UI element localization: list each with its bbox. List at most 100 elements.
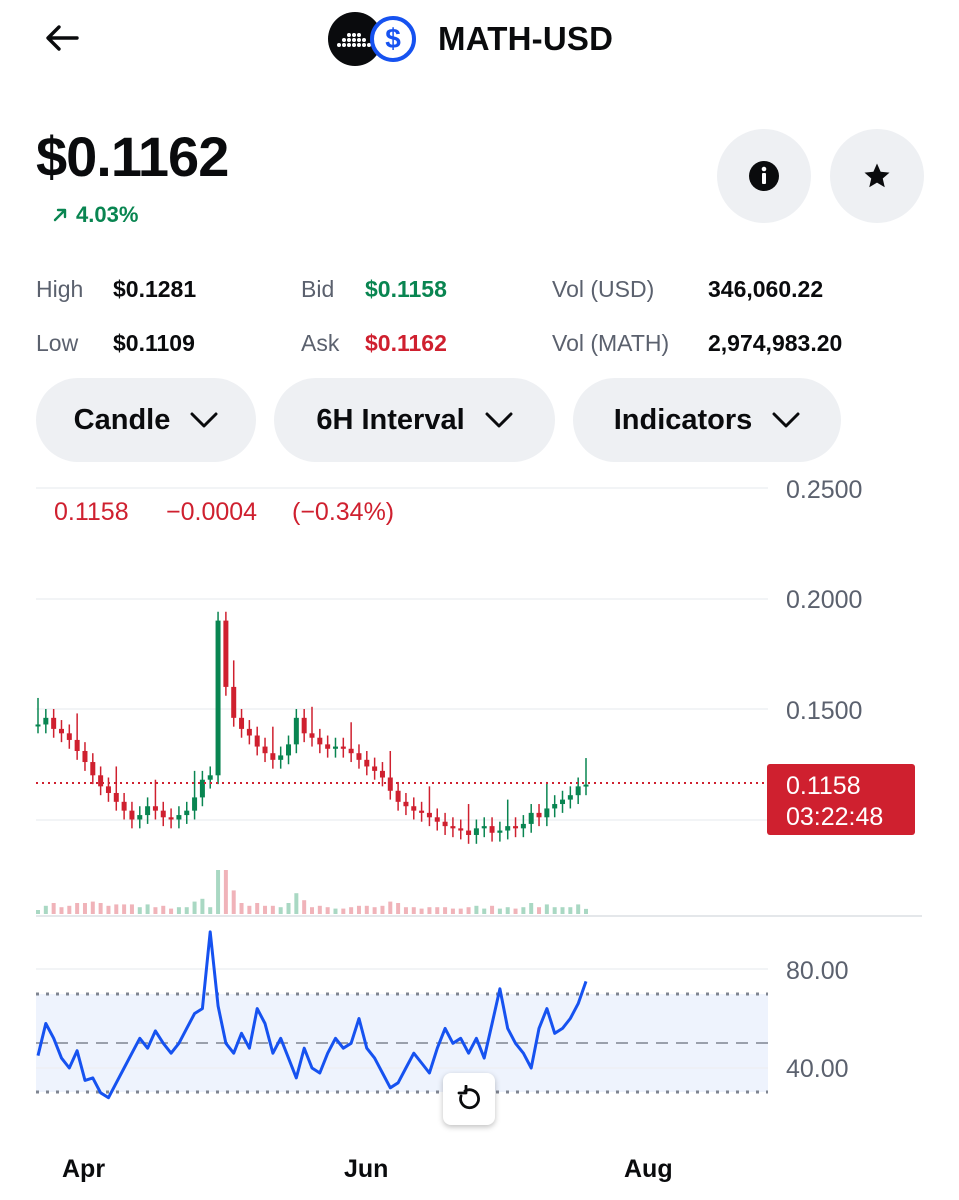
candle-body	[137, 815, 143, 820]
interval-dropdown[interactable]: 6H Interval	[274, 378, 555, 462]
candle-body	[145, 806, 151, 816]
candle-body	[176, 815, 182, 820]
candle-body	[387, 777, 393, 791]
candle-body	[325, 744, 331, 749]
high-label: High	[36, 276, 84, 302]
volume-bar	[380, 905, 385, 914]
volume-bar	[450, 908, 455, 914]
volume-bar	[396, 903, 401, 914]
volume-bar	[310, 907, 314, 914]
candle-body	[489, 826, 495, 833]
volume-bar	[51, 903, 56, 914]
rotate-reset-icon	[457, 1085, 480, 1110]
candle-body	[442, 821, 448, 827]
top-bar: $ MATH-USD	[0, 0, 959, 80]
volume-bar	[122, 904, 127, 914]
ask-value: $0.1162	[365, 330, 447, 356]
back-button[interactable]	[40, 16, 84, 60]
watchlist-star-button[interactable]	[830, 129, 924, 223]
bid-value: $0.1158	[365, 276, 447, 302]
volume-bar	[435, 907, 440, 914]
volume-bar	[176, 907, 181, 914]
volume-bar	[388, 901, 393, 914]
usd-coin-icon: $	[370, 16, 416, 62]
candle-body	[473, 828, 479, 835]
current-price-tag-value: 0.1158	[786, 772, 861, 800]
candle-body	[309, 733, 315, 738]
candle-body	[90, 762, 96, 776]
volume-bar	[223, 870, 228, 914]
volume-bar	[341, 908, 346, 914]
volume-bar	[106, 905, 111, 914]
volume-bar	[75, 903, 80, 914]
volume-bar	[216, 870, 221, 914]
chart-type-dropdown[interactable]: Candle	[36, 378, 256, 462]
volume-bar	[403, 907, 408, 914]
reset-zoom-button[interactable]	[443, 1073, 495, 1125]
legend-change: −0.0004	[166, 498, 257, 526]
volume-bar	[270, 905, 275, 914]
volume-bar	[482, 908, 487, 914]
candle-body	[552, 804, 558, 809]
candle-body	[74, 739, 80, 751]
volume-bar	[263, 905, 268, 914]
low-value: $0.1109	[113, 330, 195, 356]
candle-body	[379, 770, 385, 778]
volume-bar	[43, 905, 48, 914]
volume-bar	[356, 905, 361, 914]
volume-bar	[294, 893, 299, 914]
volume-bar	[98, 903, 103, 914]
candle-body	[340, 746, 346, 749]
volume-bar	[568, 907, 573, 914]
volume-bar	[36, 910, 40, 914]
indicators-dropdown[interactable]: Indicators	[573, 378, 841, 462]
candle-body	[348, 748, 354, 754]
current-price: $0.1162	[36, 125, 229, 188]
chevron-down-icon	[772, 412, 800, 428]
volume-bar	[161, 905, 166, 914]
candle-body	[544, 808, 550, 818]
candle-body	[58, 728, 64, 734]
candle-body	[450, 826, 456, 829]
pair-name: MATH-USD	[438, 20, 614, 57]
candle-body	[278, 755, 284, 760]
y-tick-label: 0.2000	[786, 586, 862, 614]
volume-bar	[427, 907, 432, 914]
volume-bar	[286, 903, 291, 914]
volume-bar	[544, 904, 549, 914]
volume-bar	[59, 907, 64, 914]
candle-body	[160, 810, 166, 818]
star-icon	[864, 163, 890, 188]
volume-bar	[552, 907, 557, 914]
volume-bar	[474, 905, 479, 914]
vol-math-label: Vol (MATH)	[552, 330, 670, 356]
candle-body	[466, 830, 472, 835]
volume-bar	[349, 907, 354, 914]
volume-bar	[333, 908, 338, 914]
candle-body	[82, 750, 88, 763]
volume-bar	[82, 903, 87, 914]
bid-label: Bid	[301, 276, 335, 302]
y-tick-label: 0.1500	[786, 697, 862, 725]
volume-bar	[278, 907, 283, 914]
info-button[interactable]	[717, 129, 811, 223]
candle-body	[497, 830, 503, 833]
candle-body	[403, 801, 409, 807]
candle-body	[567, 795, 573, 800]
volume-bar	[372, 907, 377, 914]
indicators-label: Indicators	[613, 403, 753, 436]
price-change-pct: 4.03%	[76, 202, 139, 227]
volume-bar	[560, 907, 565, 914]
chevron-down-icon	[190, 412, 218, 428]
volume-bar	[302, 900, 307, 914]
candle-body	[481, 826, 487, 829]
candle-body	[560, 799, 566, 805]
vol-usd-label: Vol (USD)	[552, 276, 655, 302]
candle-body	[51, 717, 57, 729]
volume-bar	[153, 907, 158, 914]
volume-bar	[458, 908, 463, 914]
volume-bar	[137, 907, 142, 914]
usd-symbol: $	[385, 23, 401, 54]
candle-body	[364, 759, 370, 767]
candle-body	[505, 826, 511, 831]
